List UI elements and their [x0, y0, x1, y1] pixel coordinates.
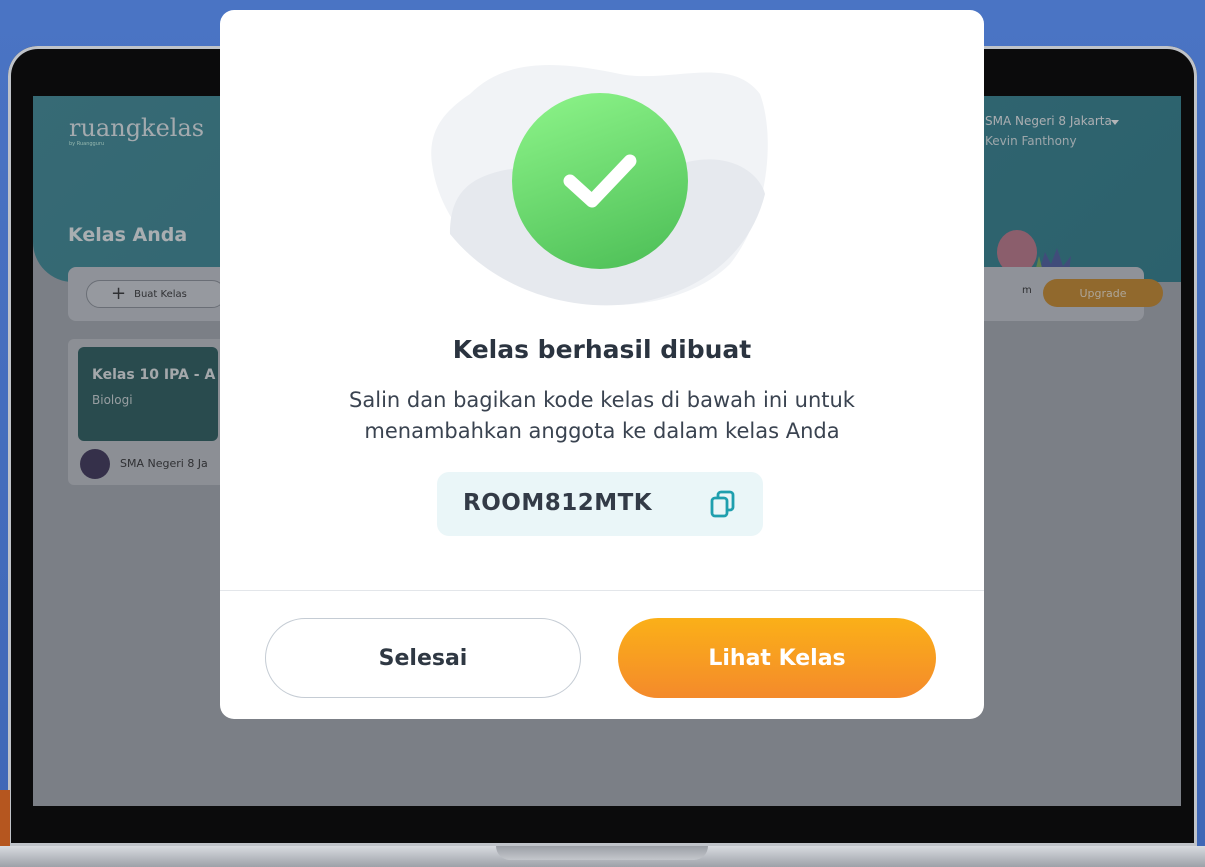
class-code-box: ROOM812MTK — [437, 472, 763, 536]
desk-edge — [0, 790, 10, 846]
done-button[interactable]: Selesai — [265, 618, 581, 698]
dialog-title: Kelas berhasil dibuat — [452, 335, 752, 364]
laptop-notch — [496, 846, 708, 860]
view-class-button[interactable]: Lihat Kelas — [618, 618, 936, 698]
copy-icon[interactable] — [707, 488, 739, 520]
class-created-dialog: Kelas berhasil dibuat Salin dan bagikan … — [220, 10, 984, 719]
success-check-icon — [512, 93, 688, 269]
dialog-divider — [220, 590, 984, 591]
dialog-description: Salin dan bagikan kode kelas di bawah in… — [349, 388, 855, 443]
class-code: ROOM812MTK — [463, 490, 653, 516]
